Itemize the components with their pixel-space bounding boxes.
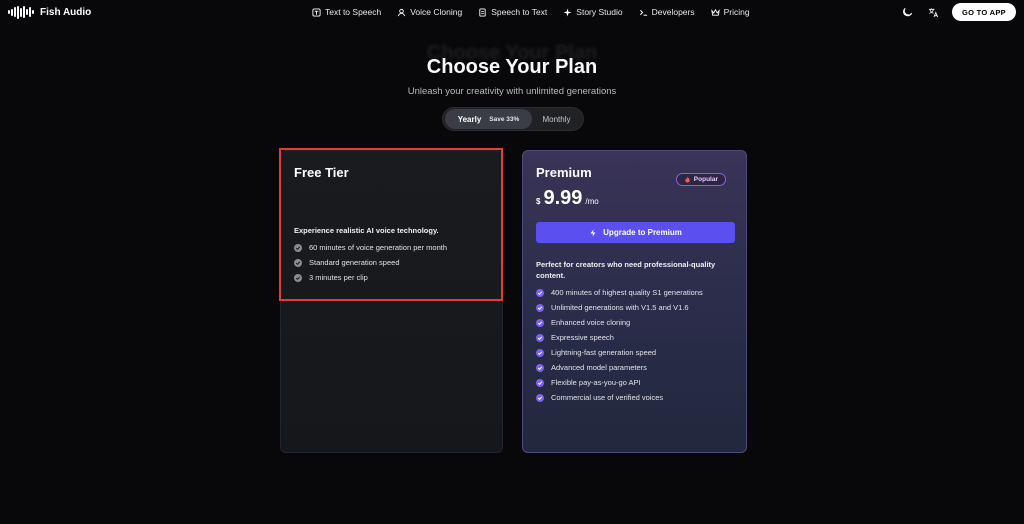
terminal-icon <box>639 9 647 16</box>
translate-icon <box>928 7 938 17</box>
save-badge: Save 33% <box>489 115 520 123</box>
nav-link-label: Pricing <box>723 7 750 17</box>
top-nav: Fish Audio Text to Speech Voice Cloning … <box>0 0 1024 26</box>
premium-plan-features: 400 minutes of highest quality S1 genera… <box>536 285 703 405</box>
price-currency: $ <box>536 197 541 206</box>
nav-link-label: Speech to Text <box>491 7 548 17</box>
list-item: Flexible pay-as-you-go API <box>536 375 703 390</box>
page-title: Choose Your Plan <box>426 56 598 78</box>
list-item: Standard generation speed <box>294 255 447 270</box>
nav-link-label: Developers <box>651 7 695 17</box>
nav-link-voice-cloning[interactable]: Voice Cloning <box>397 7 462 17</box>
nav-link-developers[interactable]: Developers <box>639 7 695 17</box>
list-item: Unlimited generations with V1.5 and V1.6 <box>536 300 703 315</box>
go-to-app-button[interactable]: GO TO APP <box>952 3 1016 21</box>
fish-audio-logo-icon <box>8 5 34 19</box>
sparkle-icon <box>563 7 572 17</box>
free-plan-features: 60 minutes of voice generation per month… <box>294 240 447 285</box>
price-period: /mo <box>585 197 599 206</box>
document-icon <box>479 7 486 17</box>
premium-plan-intro: Perfect for creators who need profession… <box>536 260 716 280</box>
feature-label: Commercial use of verified voices <box>551 393 664 402</box>
text-icon <box>312 7 321 17</box>
theme-toggle-button[interactable] <box>900 5 914 19</box>
check-icon <box>536 393 544 402</box>
list-item: Enhanced voice cloning <box>536 315 703 330</box>
upgrade-button[interactable]: Upgrade to Premium <box>536 222 735 243</box>
page-subtitle: Unleash your creativity with unlimited g… <box>407 86 617 97</box>
check-icon <box>536 348 544 357</box>
check-icon <box>536 288 544 297</box>
list-item: Advanced model parameters <box>536 360 703 375</box>
monthly-option[interactable]: Monthly <box>532 109 581 129</box>
nav-actions: GO TO APP <box>900 3 1016 21</box>
nav-link-speech-to-text[interactable]: Speech to Text <box>478 7 547 17</box>
popular-label: Popular <box>693 176 718 183</box>
feature-label: Advanced model parameters <box>551 363 647 372</box>
feature-label: Lightning-fast generation speed <box>551 348 657 357</box>
check-icon <box>294 273 302 282</box>
feature-label: 400 minutes of highest quality S1 genera… <box>551 288 703 297</box>
yearly-option[interactable]: Yearly Save 33% <box>445 109 532 129</box>
feature-label: Standard generation speed <box>309 258 400 267</box>
premium-plan-card: Premium Popular $ 9.99 /mo Upgrade to Pr… <box>522 150 747 453</box>
free-plan-intro: Experience realistic AI voice technology… <box>294 226 439 235</box>
list-item: 3 minutes per clip <box>294 270 447 285</box>
voice-icon <box>398 8 406 16</box>
list-item: Expressive speech <box>536 330 703 345</box>
free-plan-title: Free Tier <box>294 165 349 180</box>
check-icon <box>536 318 544 327</box>
price-amount: 9.99 <box>543 187 583 209</box>
nav-link-pricing[interactable]: Pricing <box>710 7 750 17</box>
list-item: 60 minutes of voice generation per month <box>294 240 447 255</box>
yearly-label: Yearly <box>457 114 482 124</box>
nav-link-label: Text to Speech <box>325 7 382 17</box>
popular-badge: Popular <box>675 173 726 186</box>
feature-label: Flexible pay-as-you-go API <box>551 378 641 387</box>
feature-label: 60 minutes of voice generation per month <box>309 243 447 252</box>
premium-price: $ 9.99 /mo <box>536 187 599 210</box>
language-button[interactable] <box>926 5 940 19</box>
fire-icon <box>685 176 690 183</box>
list-item: Commercial use of verified voices <box>536 390 703 405</box>
logo-text: Fish Audio <box>40 6 92 18</box>
nav-link-story-studio[interactable]: Story Studio <box>563 7 623 17</box>
nav-link-label: Voice Cloning <box>410 7 463 17</box>
logo[interactable]: Fish Audio <box>8 5 91 19</box>
check-icon <box>294 258 302 267</box>
check-icon <box>294 243 302 252</box>
check-icon <box>536 378 544 387</box>
free-plan-card: Free Tier Experience realistic AI voice … <box>280 150 503 453</box>
billing-period-toggle: Yearly Save 33% Monthly <box>442 107 584 131</box>
list-item: 400 minutes of highest quality S1 genera… <box>536 285 703 300</box>
check-icon <box>536 363 544 372</box>
nav-link-label: Story Studio <box>576 7 623 17</box>
premium-plan-title: Premium <box>536 165 592 180</box>
nav-links: Text to Speech Voice Cloning Speech to T… <box>312 7 750 17</box>
crown-icon <box>710 8 720 16</box>
feature-label: Unlimited generations with V1.5 and V1.6 <box>551 303 689 312</box>
nav-link-text-to-speech[interactable]: Text to Speech <box>312 7 381 17</box>
upgrade-label: Upgrade to Premium <box>603 228 682 237</box>
feature-label: Enhanced voice cloning <box>551 318 631 327</box>
lightning-icon <box>590 229 596 236</box>
feature-label: 3 minutes per clip <box>309 273 368 282</box>
check-icon <box>536 333 544 342</box>
list-item: Lightning-fast generation speed <box>536 345 703 360</box>
check-icon <box>536 303 544 312</box>
moon-icon <box>902 7 912 16</box>
feature-label: Expressive speech <box>551 333 614 342</box>
